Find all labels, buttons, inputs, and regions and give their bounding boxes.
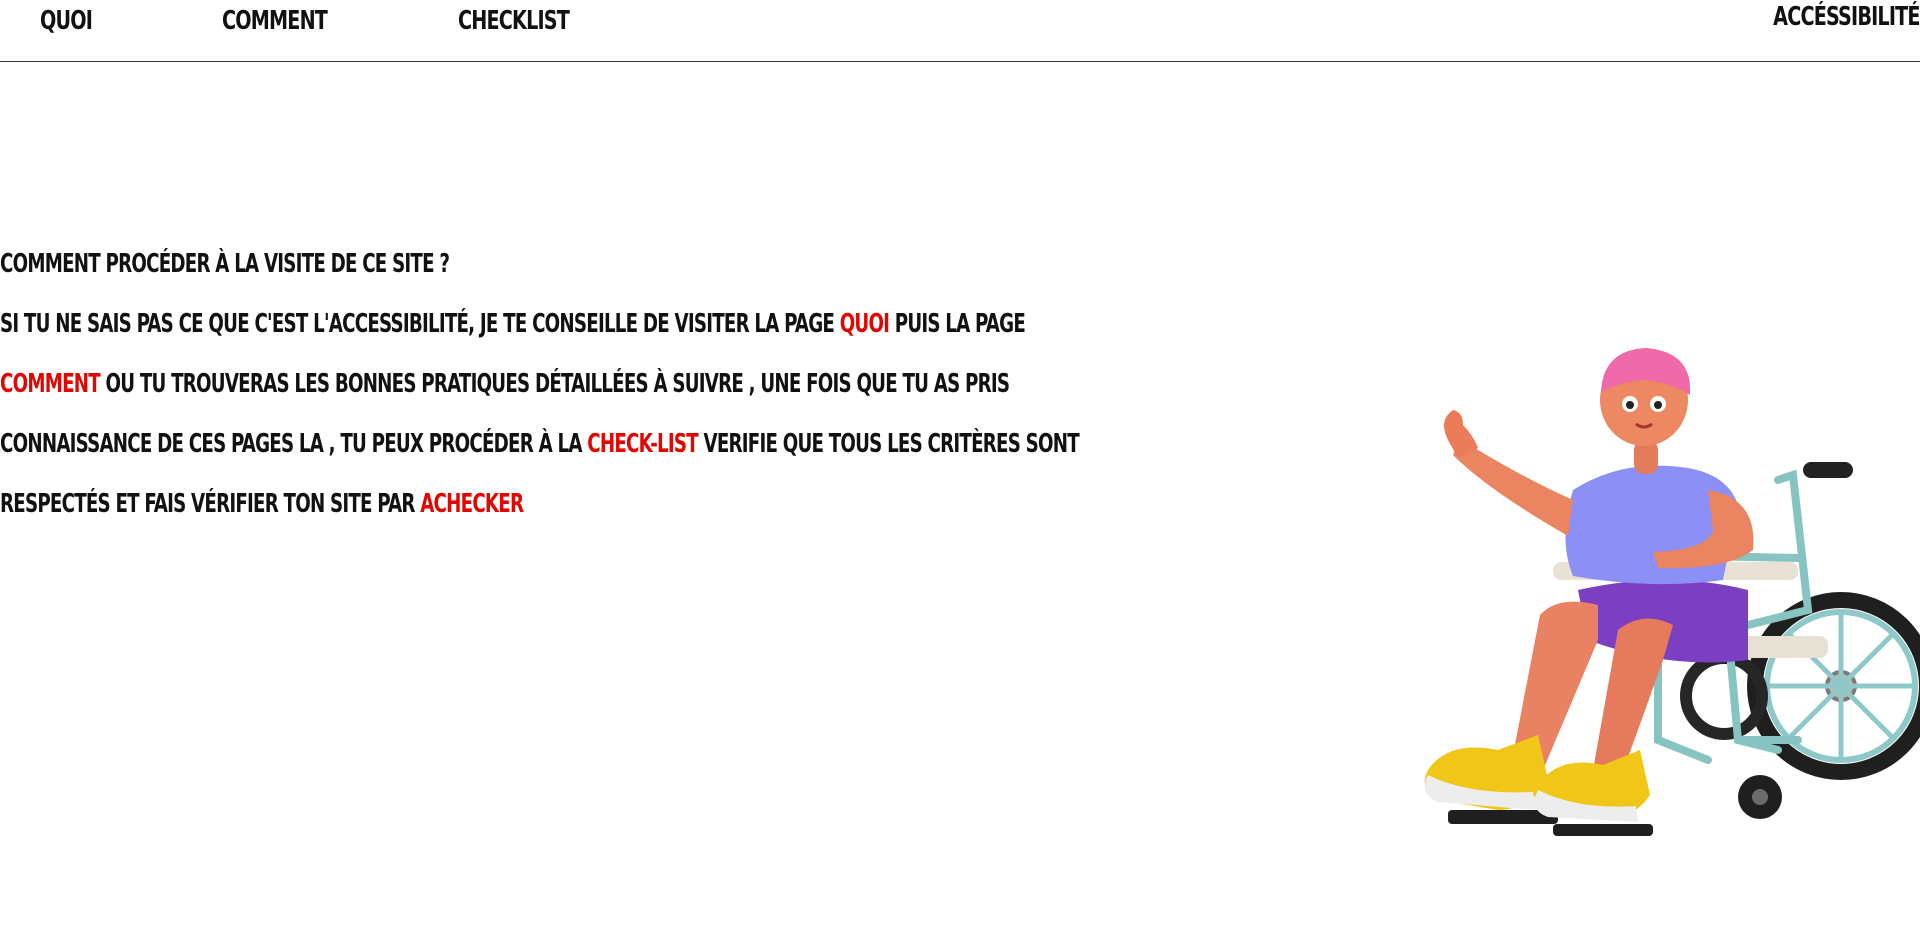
- rear-wheel: [1747, 592, 1920, 780]
- intro-text: RESPECTÉS ET FAIS VÉRIFIER TON SITE PAR: [0, 489, 421, 519]
- nav-link-comment[interactable]: COMMENT: [222, 6, 328, 36]
- inline-link-quoi[interactable]: QUOI: [840, 309, 890, 339]
- inline-link-comment[interactable]: COMMENT: [0, 369, 101, 399]
- inline-link-checklist[interactable]: CHECK-LIST: [587, 429, 698, 459]
- arm-raised: [1453, 441, 1573, 536]
- inline-link-achecker[interactable]: ACHECKER: [420, 489, 524, 519]
- wheelchair-user-illustration: [1424, 348, 1920, 836]
- nav-link-quoi[interactable]: QUOI: [40, 6, 93, 36]
- intro-text: OU TU TROUVERAS LES BONNES PRATIQUES DÉT…: [99, 369, 1011, 399]
- shirt: [1565, 465, 1738, 585]
- intro-text: CONNAISSANCE DE CES PAGES LA , TU PEUX P…: [0, 429, 588, 459]
- intro-line-4: CONNAISSANCE DE CES PAGES LA , TU PEUX P…: [0, 424, 1080, 484]
- top-navigation: QUOI COMMENT CHECKLIST ACCÉSSIBILITÉ: [0, 0, 1920, 62]
- intro-text: SI TU NE SAIS PAS CE QUE C'EST L'ACCESSI…: [0, 309, 840, 339]
- page-heading: COMMENT PROCÉDER À LA VISITE DE CE SITE …: [0, 249, 450, 279]
- intro-line-2: SI TU NE SAIS PAS CE QUE C'EST L'ACCESSI…: [0, 304, 1026, 364]
- nav-link-accessibilite[interactable]: ACCÉSSIBILITÉ: [1773, 2, 1920, 32]
- intro-line-3: COMMENT OU TU TROUVERAS LES BONNES PRATI…: [0, 364, 1010, 424]
- intro-text: PUIS LA PAGE: [889, 309, 1026, 339]
- push-handle: [1803, 462, 1853, 478]
- intro-line-5: RESPECTÉS ET FAIS VÉRIFIER TON SITE PAR …: [0, 484, 936, 544]
- nav-link-checklist[interactable]: CHECKLIST: [458, 6, 570, 36]
- intro-text: VERIFIE QUE TOUS LES CRITÈRES SONT: [697, 429, 1079, 459]
- intro-section: COMMENT PROCÉDER À LA VISITE DE CE SITE …: [0, 244, 1200, 544]
